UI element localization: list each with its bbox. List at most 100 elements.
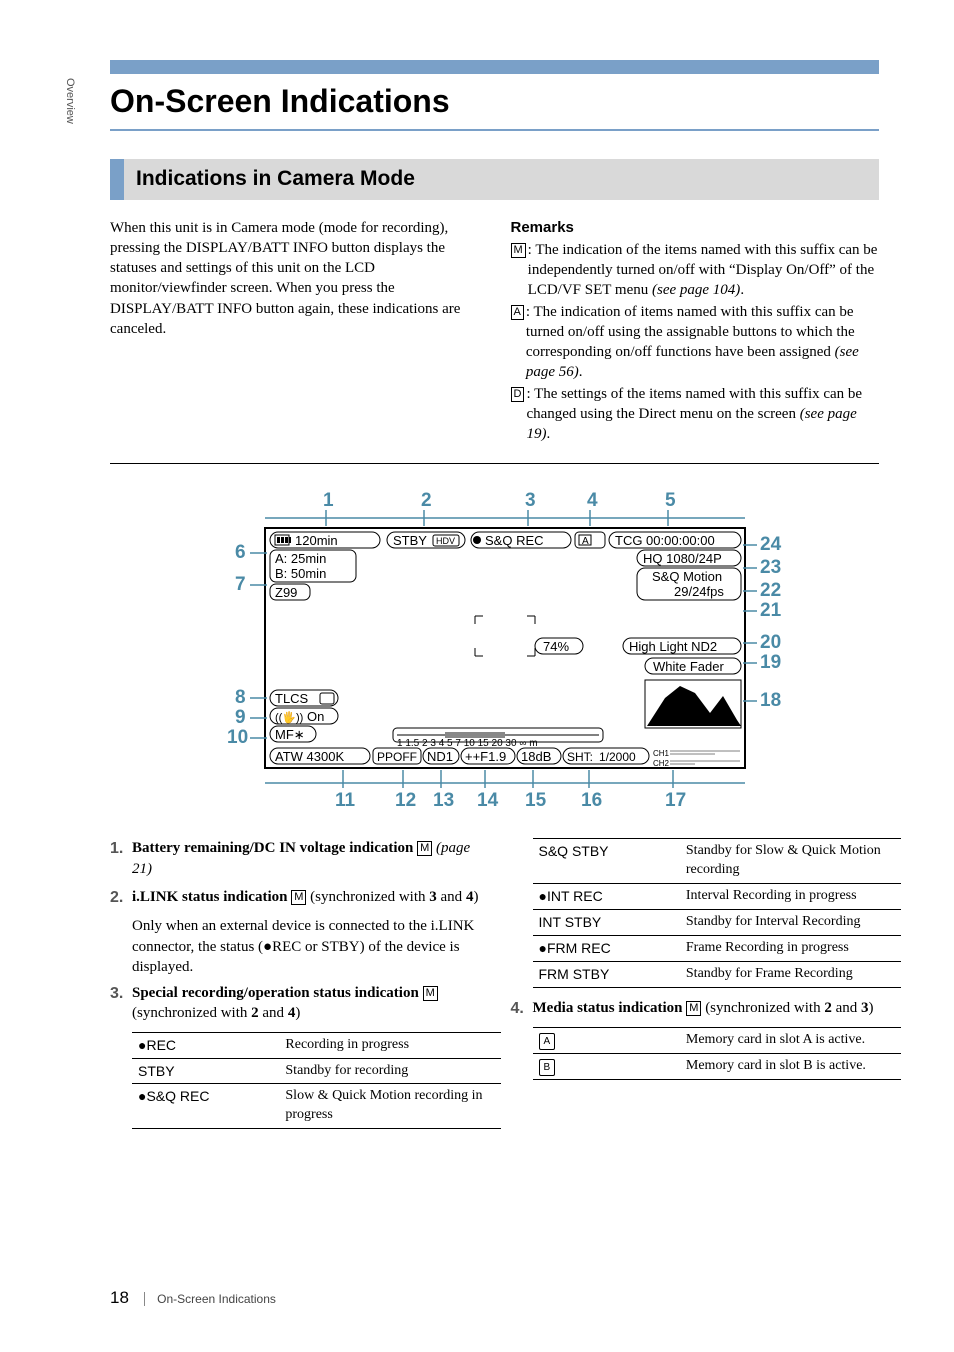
svg-text:16: 16 <box>581 790 602 811</box>
table-row: ●FRM RECFrame Recording in progress <box>533 935 902 961</box>
svg-text:A: 25min: A: 25min <box>275 551 326 566</box>
svg-text:ND1: ND1 <box>427 749 453 764</box>
svg-text:PPOFF: PPOFF <box>377 750 417 764</box>
card-a-icon: A <box>539 1033 556 1051</box>
divider <box>110 463 879 464</box>
table-row: S&Q STBYStandby for Slow & Quick Motion … <box>533 839 902 884</box>
svg-text:TCG 00:00:00:00: TCG 00:00:00:00 <box>615 533 715 548</box>
svg-text:120min: 120min <box>295 533 338 548</box>
svg-text:20: 20 <box>760 632 781 653</box>
svg-text:White Fader: White Fader <box>653 659 724 674</box>
svg-text:10: 10 <box>227 727 248 748</box>
table-row: STBYStandby for recording <box>132 1058 501 1084</box>
remarks-heading: Remarks <box>511 218 880 238</box>
svg-text:STBY: STBY <box>393 533 427 548</box>
boxed-d-icon: D <box>511 387 525 402</box>
item-4-letter-icon: M <box>686 1001 701 1016</box>
side-label: Overview <box>62 78 77 124</box>
footer: 18 On-Screen Indications <box>110 1287 276 1310</box>
item-3: 3. Special recording/operation status in… <box>110 983 479 1024</box>
footer-title: On-Screen Indications <box>144 1292 276 1306</box>
svg-text:21: 21 <box>760 600 782 621</box>
item-1-bold: Battery remaining/DC IN voltage indicati… <box>132 840 417 856</box>
table-row: ●S&Q RECSlow & Quick Motion recording in… <box>132 1084 501 1129</box>
boxed-a-icon: A <box>511 305 524 320</box>
svg-text:S&Q Motion: S&Q Motion <box>652 569 722 584</box>
boxed-m-icon: M <box>511 243 526 258</box>
item-2-letter-icon: M <box>291 890 306 905</box>
svg-text:TLCS: TLCS <box>275 691 309 706</box>
svg-text:7: 7 <box>235 574 246 595</box>
item-1: 1. Battery remaining/DC IN voltage indic… <box>110 838 479 879</box>
camera-osd-diagram: 1 2 3 4 5 6 7 8 9 10 24 23 22 21 20 19 1… <box>110 488 879 818</box>
svg-text:9: 9 <box>235 707 246 728</box>
right-lower-col: S&Q STBYStandby for Slow & Quick Motion … <box>511 838 880 1139</box>
item-3-bold: Special recording/operation status indic… <box>132 985 423 1001</box>
remark-d: D : The settings of the items named with… <box>511 384 880 445</box>
svg-text:((🖐)): ((🖐)) <box>275 710 303 725</box>
remark-a-text: : The indication of items named with thi… <box>526 304 855 361</box>
svg-text:A: A <box>582 536 589 547</box>
remarks-column: Remarks M : The indication of the items … <box>511 218 880 446</box>
svg-text:6: 6 <box>235 542 246 563</box>
svg-text:11: 11 <box>335 790 356 811</box>
svg-text:++F1.9: ++F1.9 <box>465 749 506 764</box>
table-row: B Memory card in slot B is active. <box>533 1054 902 1080</box>
table-row: ●INT RECInterval Recording in progress <box>533 884 902 910</box>
page-title: On-Screen Indications <box>110 76 879 127</box>
svg-text:29/24fps: 29/24fps <box>674 584 724 599</box>
table-row: ●RECRecording in progress <box>132 1032 501 1058</box>
svg-text:SHT:: SHT: <box>567 750 593 764</box>
intro-paragraph: When this unit is in Camera mode (mode f… <box>110 218 479 340</box>
svg-text:8: 8 <box>235 687 246 708</box>
table-left: ●RECRecording in progress STBYStandby fo… <box>132 1032 501 1130</box>
media-table: A Memory card in slot A is active. B Mem… <box>533 1027 902 1080</box>
svg-text:CH2: CH2 <box>653 759 670 768</box>
item-4-num: 4. <box>511 998 533 1020</box>
svg-text:1: 1 <box>323 490 334 511</box>
svg-text:4: 4 <box>587 490 598 511</box>
svg-text:3: 3 <box>525 490 536 511</box>
item-1-letter-icon: M <box>417 841 432 856</box>
svg-text:B: 50min: B: 50min <box>275 566 326 581</box>
svg-text:High Light ND2: High Light ND2 <box>629 639 717 654</box>
svg-text:19: 19 <box>760 652 781 673</box>
svg-text:1/2000: 1/2000 <box>599 750 636 764</box>
remark-m: M : The indication of the items named wi… <box>511 240 880 301</box>
item-3-num: 3. <box>110 983 132 1024</box>
title-bar-top <box>110 60 879 74</box>
item-1-num: 1. <box>110 838 132 879</box>
card-b-icon: B <box>539 1059 556 1077</box>
svg-text:1 1.5 2 3 4 5 7 10 1: 1 1.5 2 3 4 5 7 10 15 20 30 ∞ m <box>397 738 538 749</box>
table-row: FRM STBYStandby for Frame Recording <box>533 961 902 987</box>
remark-a: A : The indication of items named with t… <box>511 302 880 383</box>
svg-text:18: 18 <box>760 690 781 711</box>
svg-text:Z99: Z99 <box>275 585 297 600</box>
svg-text:On: On <box>307 709 324 724</box>
item-2-num: 2. <box>110 887 132 909</box>
svg-text:74%: 74% <box>543 639 569 654</box>
svg-text:CH1: CH1 <box>653 749 670 758</box>
item-3-letter-icon: M <box>423 986 438 1001</box>
svg-text:13: 13 <box>433 790 454 811</box>
svg-text:MF∗: MF∗ <box>275 727 305 742</box>
left-lower-col: 1. Battery remaining/DC IN voltage indic… <box>110 838 479 1139</box>
intro-column: When this unit is in Camera mode (mode f… <box>110 218 479 446</box>
table-row: INT STBYStandby for Interval Recording <box>533 909 902 935</box>
title-block: On-Screen Indications <box>110 60 879 131</box>
svg-text:23: 23 <box>760 557 781 578</box>
svg-text:24: 24 <box>760 534 782 555</box>
item-4: 4. Media status indication M (synchroniz… <box>511 998 880 1020</box>
item-2-para: Only when an external device is connecte… <box>132 916 479 977</box>
svg-text:ATW 4300K: ATW 4300K <box>275 749 344 764</box>
svg-text:22: 22 <box>760 580 781 601</box>
page-number: 18 <box>110 1288 129 1307</box>
section-heading: Indications in Camera Mode <box>110 159 879 199</box>
item-2-bold: i.LINK status indication <box>132 889 291 905</box>
svg-text:2: 2 <box>421 490 432 511</box>
svg-text:HDV: HDV <box>436 536 455 546</box>
table-row: A Memory card in slot A is active. <box>533 1028 902 1054</box>
svg-text:14: 14 <box>477 790 499 811</box>
svg-text:18dB: 18dB <box>521 749 551 764</box>
svg-text:5: 5 <box>665 490 676 511</box>
